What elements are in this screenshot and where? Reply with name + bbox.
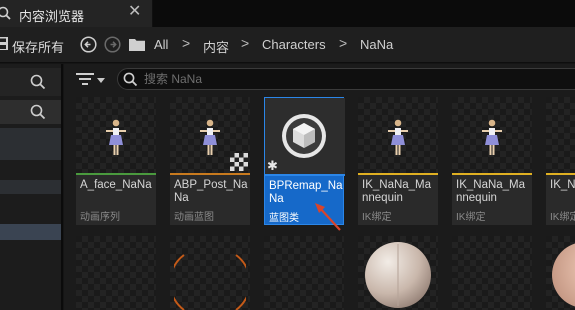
asset-thumbnail xyxy=(452,97,532,173)
asset-tile[interactable] xyxy=(546,236,575,310)
asset-type: 蓝图类 xyxy=(269,213,299,224)
breadcrumb-separator[interactable]: > xyxy=(241,35,249,51)
asset-thumbnail xyxy=(76,97,156,173)
asset-type: IK绑定 xyxy=(362,212,392,223)
breadcrumb-separator[interactable]: > xyxy=(182,35,190,51)
asset-name: IK_NaNa_Hum xyxy=(550,179,575,191)
asset-tile[interactable]: IK_NaNa_Mannequin IK绑定 xyxy=(358,97,438,225)
asset-type-stripe xyxy=(546,173,575,175)
breadcrumb-all[interactable]: All xyxy=(154,37,168,52)
breadcrumb-content[interactable]: 内容 xyxy=(203,37,229,56)
tab-title: 内容浏览器 xyxy=(19,9,85,24)
asset-thumbnail: ✱ xyxy=(265,98,345,174)
character-icon xyxy=(388,119,408,155)
sphere-thumbnail-icon xyxy=(365,242,431,308)
breadcrumb-separator[interactable]: > xyxy=(339,35,347,51)
asset-tile[interactable] xyxy=(358,236,438,310)
asset-type-stripe xyxy=(76,173,156,175)
forward-arrow-icon[interactable] xyxy=(104,36,121,53)
asset-type-stripe xyxy=(265,174,345,176)
content-browser-icon xyxy=(0,6,11,20)
back-arrow-icon[interactable] xyxy=(80,36,97,53)
asset-tile[interactable] xyxy=(264,236,344,310)
breadcrumb-nana[interactable]: NaNa xyxy=(360,37,393,52)
folder-tree-item-selected[interactable] xyxy=(0,224,61,240)
asset-type-stripe xyxy=(170,173,250,175)
asset-type: 动画蓝图 xyxy=(174,212,214,223)
character-icon xyxy=(200,119,220,155)
search-input[interactable] xyxy=(144,70,544,88)
asset-thumbnail xyxy=(358,97,438,173)
tab-content-browser[interactable]: 内容浏览器 ✕ xyxy=(0,0,153,27)
search-icon xyxy=(123,72,138,87)
asset-tile[interactable] xyxy=(452,236,532,310)
asset-tile[interactable] xyxy=(170,236,250,310)
asset-type: IK绑定 xyxy=(550,212,575,223)
character-icon xyxy=(482,119,502,155)
asset-name: ABP_Post_NaNa xyxy=(174,179,248,204)
sources-panel xyxy=(0,64,63,310)
breadcrumb-characters[interactable]: Characters xyxy=(262,37,326,52)
sphere-thumbnail-icon xyxy=(552,243,575,307)
asset-name: IK_NaNa_Mannequin xyxy=(362,179,432,204)
asset-tile[interactable] xyxy=(76,236,156,310)
tab-bar: 内容浏览器 ✕ xyxy=(0,0,575,27)
annotation-arrow xyxy=(315,203,341,231)
asset-name: A_face_NaNa xyxy=(80,179,152,191)
asset-tile[interactable]: IK_NaNa_Mannequin IK绑定 xyxy=(452,97,532,225)
search-icon[interactable] xyxy=(30,74,46,90)
asset-type: 动画序列 xyxy=(80,212,120,223)
search-icon[interactable] xyxy=(30,104,46,120)
folder-icon[interactable] xyxy=(129,38,145,51)
asset-type-stripe xyxy=(452,173,532,175)
save-all-button[interactable]: 保存所有 xyxy=(12,37,64,56)
asset-thumbnail xyxy=(170,97,250,173)
asset-type-stripe xyxy=(358,173,438,175)
filter-icon[interactable] xyxy=(76,72,94,86)
asset-tile[interactable]: IK_NaNa_Hum IK绑定 xyxy=(546,97,575,225)
cube-icon xyxy=(282,114,326,158)
asset-tile[interactable]: A_face_NaNa 动画序列 xyxy=(76,97,156,225)
toolbar: 保存所有 All > 内容 > Characters > NaNa xyxy=(0,27,575,63)
asset-thumbnail xyxy=(546,97,575,173)
chevron-down-icon[interactable] xyxy=(97,78,105,83)
asset-type: IK绑定 xyxy=(456,212,486,223)
folder-tree-item[interactable] xyxy=(0,128,61,160)
folder-tree-item[interactable] xyxy=(0,180,61,194)
sphere-thumbnail-icon xyxy=(174,254,246,310)
save-icon[interactable] xyxy=(0,37,8,50)
asset-search-box[interactable] xyxy=(117,68,575,90)
checker-badge-icon xyxy=(230,153,248,171)
character-icon xyxy=(106,119,126,155)
asset-name: IK_NaNa_Mannequin xyxy=(456,179,526,204)
asterisk-icon: ✱ xyxy=(267,158,278,173)
asset-tile[interactable]: ABP_Post_NaNa 动画蓝图 xyxy=(170,97,250,225)
close-icon[interactable]: ✕ xyxy=(128,4,141,20)
